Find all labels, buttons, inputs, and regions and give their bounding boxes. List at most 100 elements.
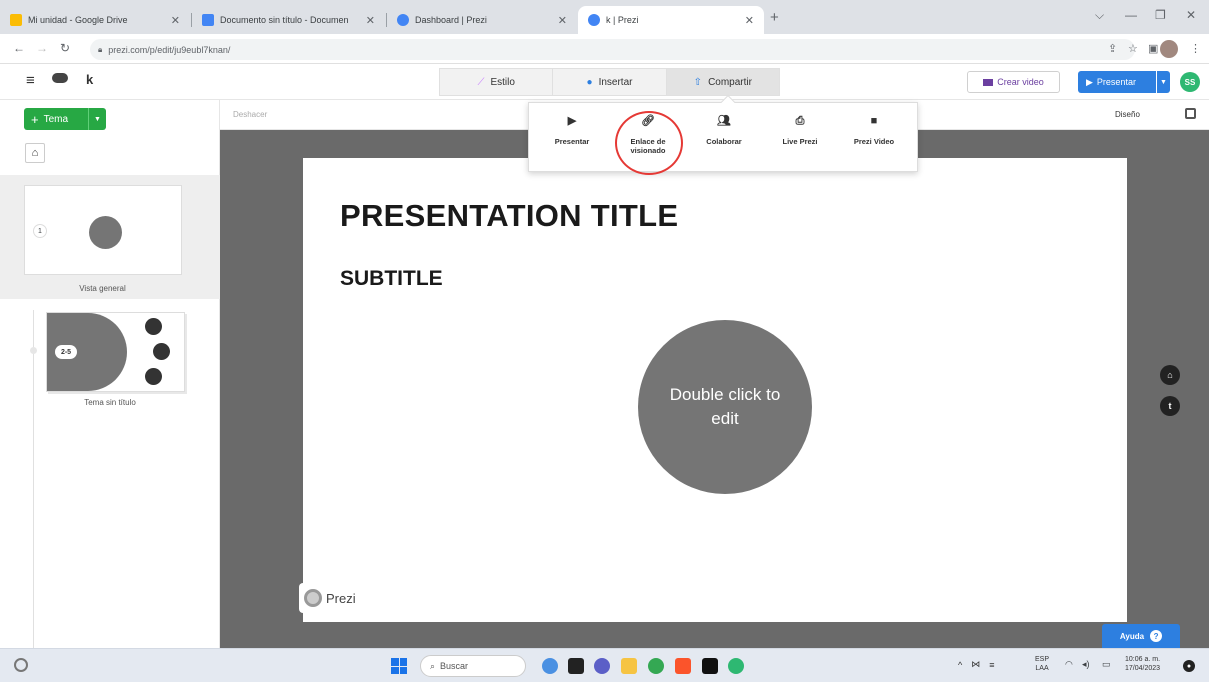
- search-placeholder: Buscar: [440, 661, 469, 671]
- share-item-label: Prezi Video: [853, 137, 895, 146]
- whatsapp-icon[interactable]: [728, 658, 744, 674]
- share-item-live-prezi[interactable]: ⎙ Live Prezi: [767, 115, 833, 146]
- close-window-icon[interactable]: ✕: [1186, 8, 1196, 22]
- subtopic-dot: [145, 368, 162, 385]
- share-item-colaborar[interactable]: 👥︎ Colaborar: [691, 115, 757, 146]
- system-tray: ^ ⋈ ≡: [958, 659, 995, 670]
- tab-prezi-active[interactable]: k | Prezi ✕: [578, 6, 764, 34]
- hamburger-menu-icon[interactable]: ≡: [26, 72, 35, 89]
- tree-dot: [30, 347, 37, 354]
- profile-avatar[interactable]: [1160, 40, 1178, 58]
- crear-video-button[interactable]: Crear video: [967, 71, 1060, 93]
- annotation-red-circle: [615, 111, 683, 175]
- task-view-icon[interactable]: [568, 658, 584, 674]
- tab-label: Estilo: [490, 76, 515, 88]
- share-item-prezi-video[interactable]: ■ Prezi Video: [841, 115, 907, 146]
- tab-prezi-dashboard[interactable]: Dashboard | Prezi ✕: [387, 6, 577, 34]
- tab-title: Dashboard | Prezi: [415, 15, 487, 25]
- prezi-logo: Prezi: [299, 583, 372, 613]
- presentar-button[interactable]: ▶ Presentar ▼: [1078, 71, 1170, 93]
- address-bar[interactable]: 🔒︎ prezi.com/p/edit/ju9eubl7knan/: [90, 39, 1135, 60]
- notes-icon[interactable]: [1185, 108, 1196, 119]
- add-tema-button[interactable]: + Tema ▼: [24, 108, 106, 130]
- slide-subtitle[interactable]: SUBTITLE: [340, 267, 443, 291]
- plus-icon: +: [31, 111, 39, 127]
- chevron-down-icon[interactable]: ▼: [1156, 71, 1170, 93]
- close-tab-icon[interactable]: ✕: [171, 14, 180, 27]
- topic-circle-thumb: [89, 216, 122, 249]
- chrome-icon[interactable]: [648, 658, 664, 674]
- windows-start-icon[interactable]: [391, 658, 407, 674]
- diseno-button[interactable]: Diseño: [1115, 110, 1140, 119]
- browser-tab-strip: Mi unidad - Google Drive ✕ Documento sin…: [0, 0, 1209, 34]
- app-icon[interactable]: [542, 658, 558, 674]
- google-docs-icon: [202, 14, 214, 26]
- reload-icon[interactable]: ↻: [60, 41, 70, 55]
- presentation-title[interactable]: k: [86, 72, 93, 87]
- share-dropdown: ▶ Presentar 🔗︎ Enlace de visionado 👥︎ Co…: [528, 94, 918, 172]
- prezi-header: ≡ k ⟋ Estilo ● Insertar ⇧ Compartir Crea…: [0, 64, 1209, 100]
- home-icon[interactable]: ⌂: [25, 143, 45, 163]
- topic-thumbnail[interactable]: 2-5: [46, 312, 185, 392]
- text-t-icon[interactable]: t: [1160, 396, 1180, 416]
- forward-arrow-icon[interactable]: →: [36, 41, 48, 55]
- close-tab-icon[interactable]: ✕: [745, 14, 754, 27]
- browser-toolbar: ← → ↻ 🔒︎ prezi.com/p/edit/ju9eubl7knan/ …: [0, 34, 1209, 64]
- tema-label: Tema: [43, 113, 69, 125]
- volume-icon[interactable]: ◂): [1082, 659, 1090, 670]
- close-tab-icon[interactable]: ✕: [558, 14, 567, 27]
- search-icon: ⌕: [430, 660, 436, 671]
- app-tray-icon[interactable]: ⋈: [971, 659, 980, 670]
- share-item-presentar[interactable]: ▶ Presentar: [539, 115, 605, 146]
- back-arrow-icon[interactable]: ←: [13, 41, 25, 55]
- side-panel-icon[interactable]: ▣: [1148, 42, 1158, 55]
- notification-badge[interactable]: ●: [1183, 660, 1195, 672]
- share-upload-icon: ⇧: [693, 76, 703, 88]
- battery-icon[interactable]: ▭: [1102, 659, 1111, 670]
- minimize-icon[interactable]: —: [1125, 8, 1137, 22]
- netflix-icon[interactable]: [702, 658, 718, 674]
- tab-estilo[interactable]: ⟋ Estilo: [440, 69, 554, 95]
- tab-search-chevron-icon[interactable]: ⌵: [1095, 8, 1104, 23]
- cloud-saved-icon: [52, 73, 68, 83]
- clock-time: 10:06 a. m.: [1125, 656, 1161, 663]
- chevron-up-icon[interactable]: ^: [958, 660, 962, 670]
- user-avatar[interactable]: SS: [1180, 72, 1200, 92]
- home-icon[interactable]: ⌂: [1160, 365, 1180, 385]
- prezi-favicon-icon: [397, 14, 409, 26]
- tab-google-docs[interactable]: Documento sin título - Documen ✕: [192, 6, 385, 34]
- wifi-icon[interactable]: ◠: [1065, 659, 1073, 670]
- chevron-down-icon[interactable]: ▼: [88, 108, 106, 130]
- prezi-favicon-icon: [588, 14, 600, 26]
- slide-title[interactable]: PRESENTATION TITLE: [340, 198, 678, 234]
- topic-placeholder[interactable]: Double click to edit: [638, 320, 812, 494]
- taskbar-search[interactable]: ⌕ Buscar: [420, 655, 526, 677]
- ayuda-button[interactable]: Ayuda ?: [1102, 624, 1180, 648]
- weather-widget-icon[interactable]: [14, 658, 28, 672]
- bookmark-star-icon[interactable]: ☆: [1128, 42, 1138, 55]
- taskbar-manager-icon[interactable]: ≡: [989, 660, 994, 670]
- new-tab-plus-icon[interactable]: +: [770, 9, 779, 26]
- tab-label: Insertar: [598, 76, 633, 88]
- overview-number: 1: [33, 224, 47, 238]
- brave-icon[interactable]: [675, 658, 691, 674]
- file-explorer-icon[interactable]: [621, 658, 637, 674]
- crear-video-label: Crear video: [997, 77, 1044, 87]
- tree-connector: [33, 310, 34, 648]
- language-indicator[interactable]: ESP LAA: [1035, 655, 1049, 673]
- topics-sidebar: + Tema ▼ ⌂ 1 Vista general 2-5 Tema sin …: [0, 100, 220, 648]
- kebab-menu-icon[interactable]: ⋮: [1190, 42, 1201, 55]
- tab-compartir[interactable]: ⇧ Compartir: [666, 69, 779, 95]
- restore-icon[interactable]: ❐: [1155, 8, 1166, 22]
- clock-date: 17/04/2023: [1125, 665, 1161, 673]
- overview-thumbnail[interactable]: 1: [24, 185, 182, 275]
- share-page-icon[interactable]: ⇪: [1108, 42, 1117, 55]
- close-tab-icon[interactable]: ✕: [366, 14, 375, 27]
- chat-icon[interactable]: [594, 658, 610, 674]
- system-clock[interactable]: 10:06 a. m. 17/04/2023: [1125, 655, 1160, 673]
- undo-button[interactable]: Deshacer: [233, 110, 267, 119]
- share-item-label: Colaborar: [706, 137, 742, 146]
- tab-insertar[interactable]: ● Insertar: [553, 69, 667, 95]
- prezi-logo-text: Prezi: [326, 590, 356, 606]
- tab-google-drive[interactable]: Mi unidad - Google Drive ✕: [0, 6, 190, 34]
